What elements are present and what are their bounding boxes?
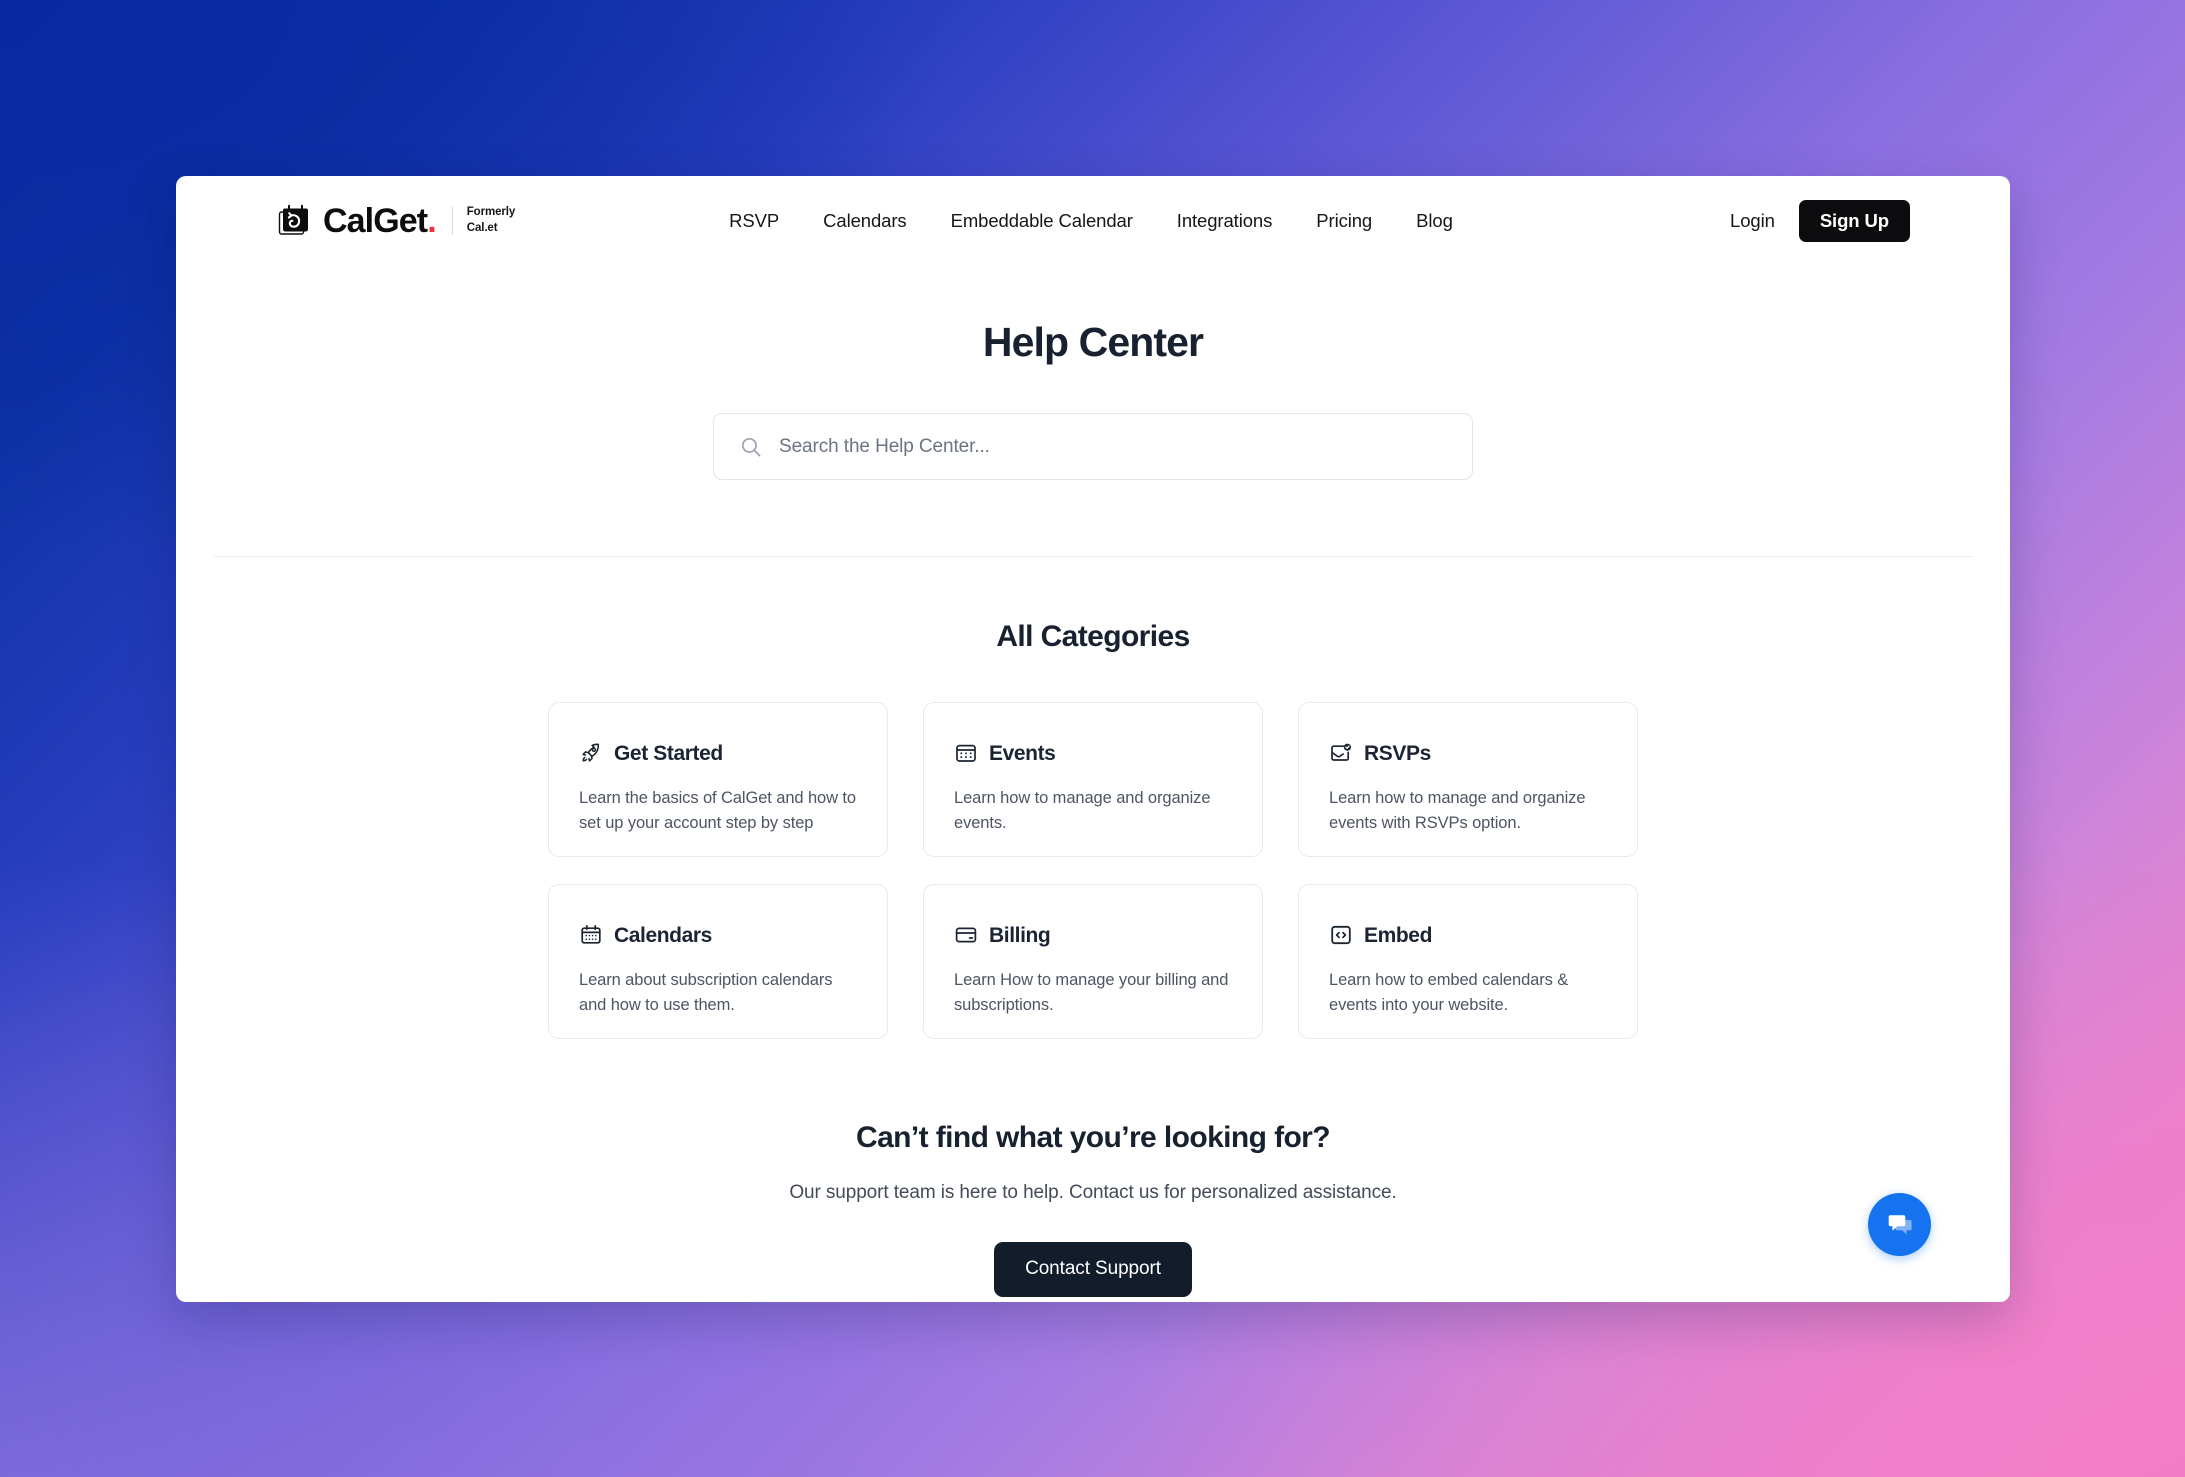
card-description: Learn how to manage and organize events … bbox=[1329, 789, 1586, 832]
main-navigation: RSVP Calendars Embeddable Calendar Integ… bbox=[729, 210, 1453, 232]
card-header: Embed bbox=[1329, 923, 1607, 947]
card-header: Events bbox=[954, 741, 1232, 765]
page-title: Help Center bbox=[982, 319, 1204, 365]
chat-bubbles-icon bbox=[1884, 1209, 1916, 1241]
category-card-billing[interactable]: Billing Learn How to manage your billing… bbox=[923, 884, 1263, 1040]
card-description: Learn how to embed calendars & events in… bbox=[1329, 971, 1569, 1014]
card-header: RSVPs bbox=[1329, 741, 1607, 765]
card-description: Learn about subscription calendars and h… bbox=[579, 971, 833, 1014]
categories-section: All Categories Get Started Learn the bas… bbox=[176, 557, 2010, 1040]
card-title: Get Started bbox=[614, 741, 723, 765]
brand-wordmark: CalGet. bbox=[323, 202, 437, 240]
categories-title: All Categories bbox=[996, 620, 1190, 654]
cta-title: Can’t find what you’re looking for? bbox=[856, 1121, 1331, 1155]
card-title: Embed bbox=[1364, 923, 1433, 947]
contact-support-button[interactable]: Contact Support bbox=[994, 1242, 1192, 1298]
nav-item-calendars[interactable]: Calendars bbox=[823, 210, 907, 232]
brand-logo[interactable]: CalGet. Formerly Cal.et bbox=[278, 204, 515, 238]
card-title: RSVPs bbox=[1364, 741, 1431, 765]
brand-formerly-label: Formerly Cal.et bbox=[466, 205, 516, 236]
sign-up-button[interactable]: Sign Up bbox=[1798, 199, 1910, 243]
category-card-embed[interactable]: Embed Learn how to embed calendars & eve… bbox=[1298, 884, 1638, 1040]
card-header: Calendars bbox=[579, 923, 857, 947]
brand-divider bbox=[451, 207, 453, 235]
category-card-calendars[interactable]: Calendars Learn about subscription calen… bbox=[548, 884, 888, 1040]
rocket-icon bbox=[579, 741, 603, 765]
categories-grid: Get Started Learn the basics of CalGet a… bbox=[548, 702, 1638, 1040]
search-bar[interactable] bbox=[713, 413, 1473, 481]
formerly-line-2: Cal.et bbox=[466, 222, 498, 234]
login-link[interactable]: Login bbox=[1730, 210, 1775, 232]
search-input[interactable] bbox=[779, 435, 1446, 458]
nav-item-integrations[interactable]: Integrations bbox=[1177, 210, 1273, 232]
card-header: Get Started bbox=[579, 741, 857, 765]
search-icon bbox=[740, 436, 762, 458]
card-title: Calendars bbox=[614, 923, 712, 947]
card-description: Learn how to manage and organize events. bbox=[954, 789, 1211, 832]
code-brackets-icon bbox=[1329, 923, 1353, 947]
site-header: CalGet. Formerly Cal.et RSVP Calendars E… bbox=[176, 176, 2010, 266]
brand-dot: . bbox=[427, 202, 436, 240]
calendar-icon bbox=[579, 923, 603, 947]
card-title: Events bbox=[989, 741, 1056, 765]
formerly-line-1: Formerly bbox=[466, 206, 516, 219]
card-description: Learn How to manage your billing and sub… bbox=[954, 971, 1229, 1014]
category-card-rsvps[interactable]: RSVPs Learn how to manage and organize e… bbox=[1298, 702, 1638, 858]
calendar-logo-icon bbox=[278, 204, 312, 238]
card-description: Learn the basics of CalGet and how to se… bbox=[579, 789, 856, 832]
contact-cta-section: Can’t find what you’re looking for? Our … bbox=[176, 1039, 2010, 1298]
envelope-check-icon bbox=[1329, 741, 1353, 765]
card-header: Billing bbox=[954, 923, 1232, 947]
nav-item-blog[interactable]: Blog bbox=[1416, 210, 1453, 232]
nav-item-pricing[interactable]: Pricing bbox=[1316, 210, 1372, 232]
cta-subtitle: Our support team is here to help. Contac… bbox=[789, 1182, 1397, 1204]
header-actions: Login Sign Up bbox=[1730, 199, 1910, 243]
chat-widget-button[interactable] bbox=[1868, 1193, 1931, 1256]
nav-item-rsvp[interactable]: RSVP bbox=[729, 210, 779, 232]
brand-name-text: CalGet bbox=[323, 202, 428, 240]
hero-section: Help Center bbox=[176, 266, 2010, 481]
page-container: CalGet. Formerly Cal.et RSVP Calendars E… bbox=[176, 176, 2010, 1302]
nav-item-embeddable-calendar[interactable]: Embeddable Calendar bbox=[951, 210, 1133, 232]
category-card-events[interactable]: Events Learn how to manage and organize … bbox=[923, 702, 1263, 858]
card-title: Billing bbox=[989, 923, 1051, 947]
category-card-get-started[interactable]: Get Started Learn the basics of CalGet a… bbox=[548, 702, 888, 858]
calendar-dots-icon bbox=[954, 741, 978, 765]
credit-card-icon bbox=[954, 923, 978, 947]
